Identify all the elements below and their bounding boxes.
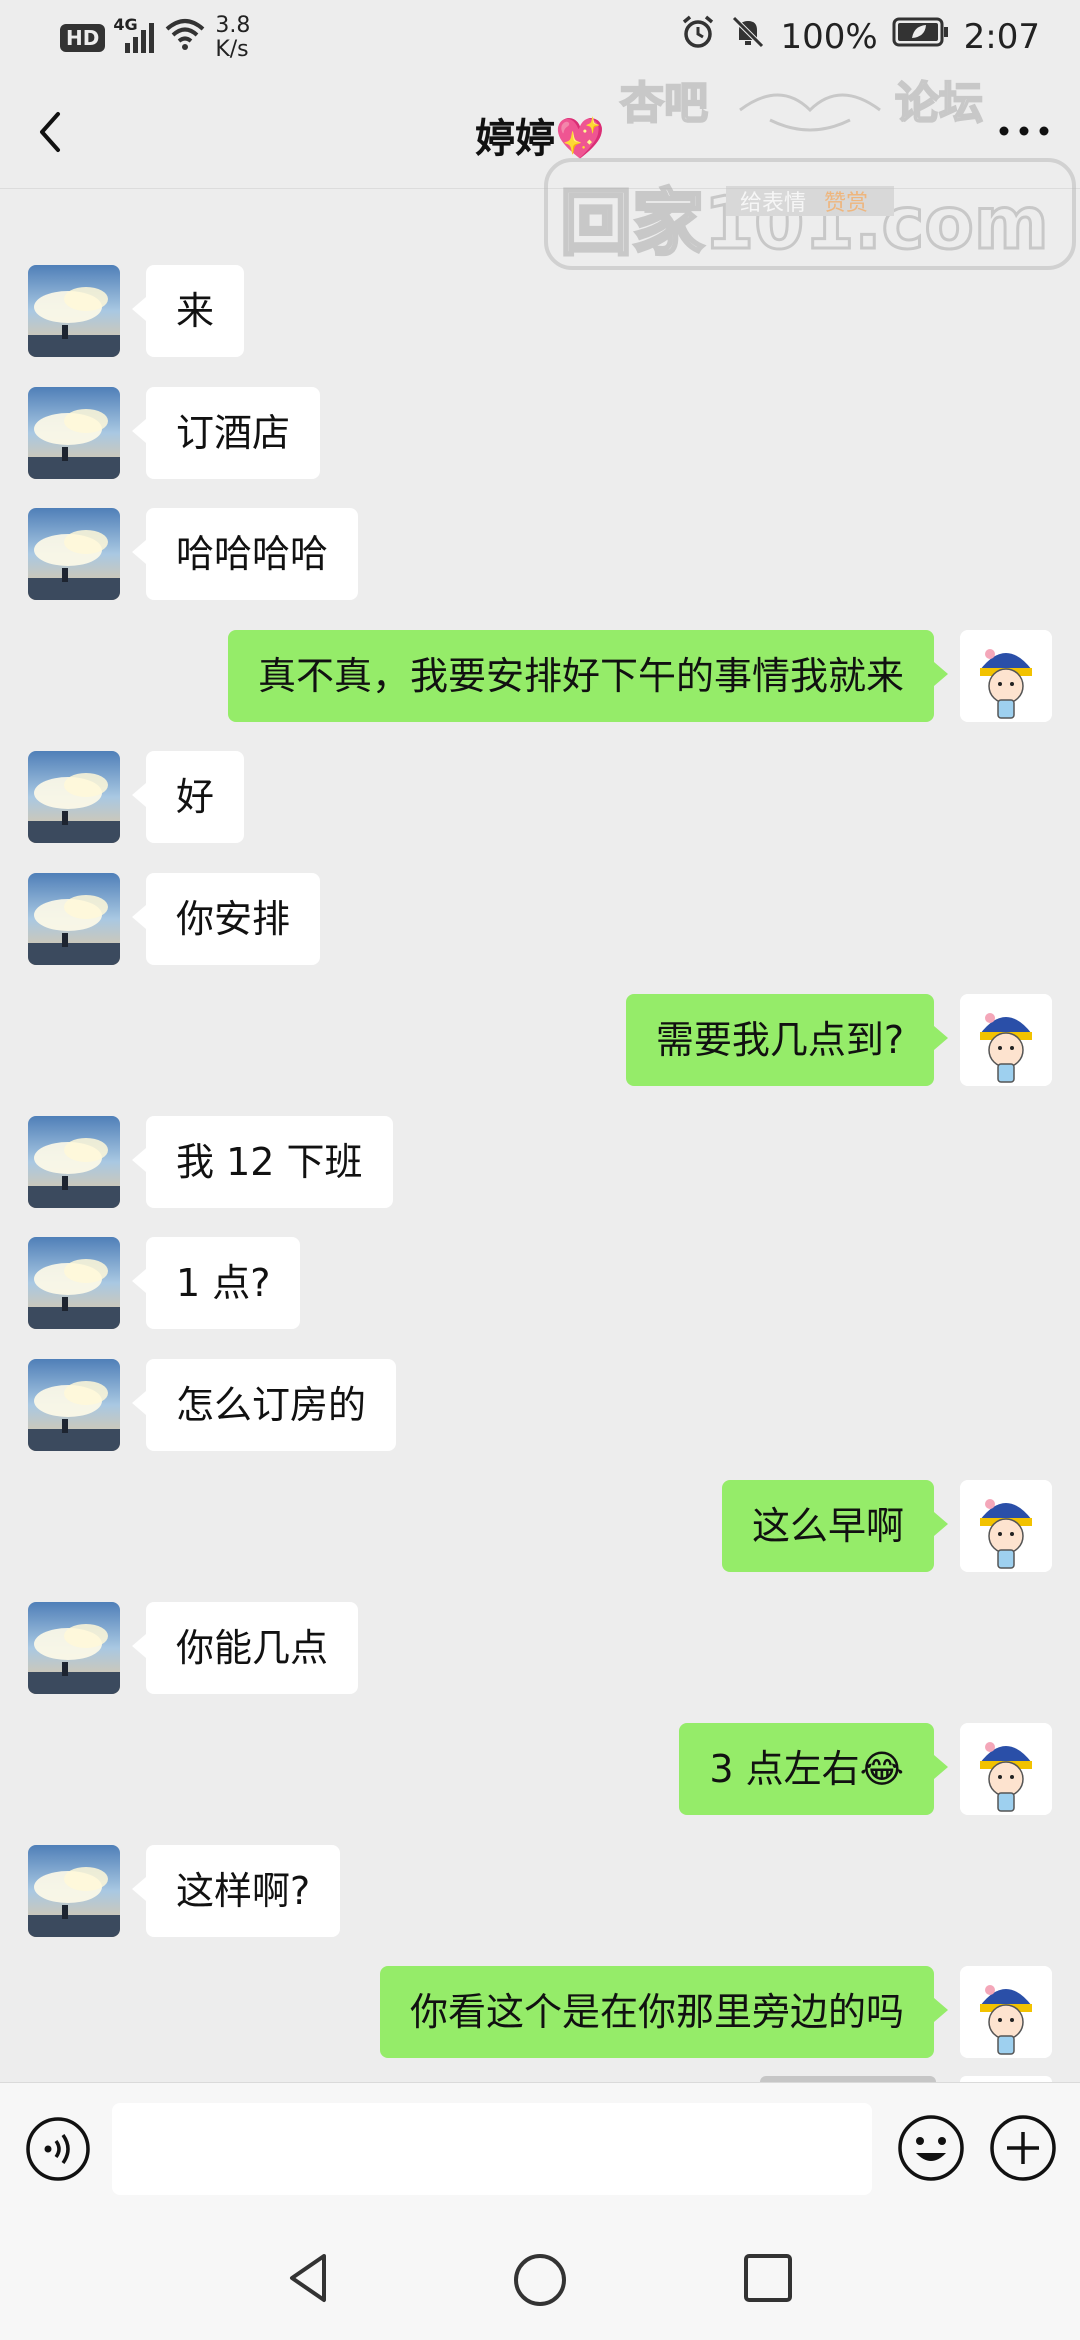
- wifi-icon: [165, 17, 205, 60]
- message-bubble-received[interactable]: 订酒店: [131, 386, 321, 479]
- my-avatar[interactable]: [960, 1480, 1052, 1572]
- input-bar: [0, 2082, 1080, 2215]
- contact-avatar[interactable]: [28, 508, 120, 600]
- emoji-button[interactable]: [896, 2113, 966, 2183]
- message-bubble-received[interactable]: 这样啊?: [131, 1844, 341, 1937]
- battery-percent: 100%: [780, 16, 878, 57]
- status-right: 100% 2:07: [680, 14, 1040, 59]
- message-row-received: 这样啊?: [0, 1844, 1080, 1937]
- message-row-received: 好: [0, 751, 1080, 843]
- nav-home-icon: [514, 2254, 566, 2306]
- message-bubble-received[interactable]: 你能几点: [131, 1601, 359, 1694]
- my-avatar[interactable]: [960, 994, 1052, 1086]
- message-bubble-received[interactable]: 哈哈哈哈: [131, 508, 359, 600]
- message-row-sent: 你看这个是在你那里旁边的吗: [0, 1966, 1080, 2058]
- message-row-received: 你能几点: [0, 1601, 1080, 1694]
- message-row-received: 我 12 下班: [0, 1115, 1080, 1208]
- my-avatar[interactable]: [960, 629, 1052, 722]
- network-type: 4G: [113, 15, 138, 34]
- message-row-sent: 这么早啊: [0, 1480, 1080, 1572]
- voice-button[interactable]: [24, 2115, 92, 2183]
- message-bubble-sent[interactable]: 这么早啊: [721, 1480, 949, 1572]
- clock: 2:07: [963, 16, 1040, 57]
- nav-home-button[interactable]: [508, 2248, 572, 2312]
- message-row-sent: 3 点左右😂: [0, 1723, 1080, 1815]
- contact-avatar[interactable]: [28, 386, 120, 479]
- message-row-sent: 需要我几点到?: [0, 994, 1080, 1086]
- message-bubble-sent[interactable]: 真不真，我要安排好下午的事情我就来: [227, 629, 949, 722]
- contact-avatar[interactable]: [28, 1844, 120, 1937]
- chat-title: 婷婷💖: [475, 116, 605, 162]
- contact-avatar[interactable]: [28, 872, 120, 965]
- more-dots-icon: [999, 126, 1049, 136]
- message-bubble-received[interactable]: 你安排: [131, 872, 321, 965]
- message-row-received: 1 点?: [0, 1237, 1080, 1329]
- message-bubble-received[interactable]: 好: [131, 751, 245, 843]
- message-row-received: 哈哈哈哈: [0, 508, 1080, 600]
- alarm-icon: [680, 14, 716, 59]
- hd-badge: HD: [60, 24, 106, 52]
- nav-back-icon: [290, 2254, 326, 2302]
- voice-icon: [26, 2117, 90, 2181]
- contact-avatar[interactable]: [28, 1601, 120, 1694]
- my-avatar[interactable]: [960, 1723, 1052, 1815]
- more-button[interactable]: [992, 106, 1056, 156]
- contact-avatar[interactable]: [28, 1237, 120, 1329]
- message-bubble-received[interactable]: 来: [131, 265, 245, 357]
- message-row-sent: 真不真，我要安排好下午的事情我就来: [0, 629, 1080, 722]
- chat-header: 婷婷💖: [0, 76, 1080, 189]
- message-list[interactable]: 来订酒店哈哈哈哈真不真，我要安排好下午的事情我就来好你安排需要我几点到? 我 12…: [0, 188, 1080, 2082]
- message-row-received: 你安排: [0, 872, 1080, 965]
- message-row-received: 订酒店: [0, 386, 1080, 479]
- message-bubble-received[interactable]: 怎么订房的: [131, 1358, 397, 1451]
- contact-avatar[interactable]: [28, 1115, 120, 1208]
- contact-avatar[interactable]: [28, 1358, 120, 1451]
- message-bubble-received[interactable]: 我 12 下班: [132, 1115, 393, 1208]
- status-bar: HD 4G 3.8 K/s 100% 2:07: [0, 0, 1080, 76]
- nav-recent-button[interactable]: [740, 2250, 796, 2306]
- message-input[interactable]: [112, 2103, 872, 2195]
- status-left: HD 4G 3.8 K/s: [60, 14, 250, 62]
- emoji-icon: [898, 2115, 964, 2181]
- contact-avatar[interactable]: [28, 751, 120, 843]
- contact-avatar[interactable]: [28, 265, 120, 357]
- plus-icon: [990, 2115, 1056, 2181]
- message-bubble-received[interactable]: 1 点?: [131, 1237, 301, 1329]
- message-bubble-sent[interactable]: 你看这个是在你那里旁边的吗: [379, 1966, 949, 2058]
- speed-value: 3.8: [215, 13, 251, 38]
- plus-button[interactable]: [988, 2113, 1058, 2183]
- network-speed: 3.8 K/s: [215, 14, 250, 62]
- my-avatar[interactable]: [960, 1966, 1052, 2058]
- nav-back-button[interactable]: [280, 2248, 340, 2308]
- message-row-received: 怎么订房的: [0, 1358, 1080, 1451]
- system-nav-bar: [0, 2214, 1080, 2340]
- mute-icon: [730, 14, 766, 59]
- battery-icon: [892, 16, 950, 57]
- signal-icon: 4G: [113, 15, 155, 55]
- nav-recent-icon: [744, 2254, 792, 2302]
- message-bubble-sent[interactable]: 3 点左右😂: [679, 1723, 948, 1815]
- message-bubble-sent[interactable]: 需要我几点到?: [625, 994, 949, 1086]
- speed-unit: K/s: [215, 37, 249, 62]
- message-row-received: 来: [0, 265, 1080, 357]
